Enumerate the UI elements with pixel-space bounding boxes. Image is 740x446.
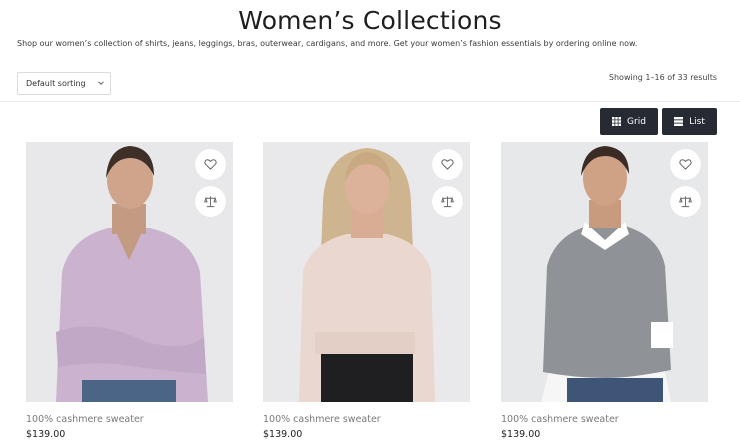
list-icon [674,117,684,126]
product-card[interactable]: 100% cashmere sweater $139.00 [26,142,233,440]
product-name[interactable]: 100% cashmere sweater [26,414,144,425]
model-photo [26,142,233,402]
scale-icon [204,196,217,208]
product-name[interactable]: 100% cashmere sweater [263,414,381,425]
scale-icon [679,196,692,208]
wishlist-button[interactable] [195,149,226,180]
product-image[interactable] [26,142,233,402]
product-price: $139.00 [26,429,66,440]
compare-button[interactable] [670,186,701,217]
product-name[interactable]: 100% cashmere sweater [501,414,619,425]
product-card[interactable]: 100% cashmere sweater $139.00 [501,142,708,440]
wishlist-button[interactable] [670,149,701,180]
wishlist-button[interactable] [432,149,463,180]
model-photo [501,142,708,402]
heart-icon [679,159,692,170]
model-photo [263,142,470,402]
chevron-down-icon [98,81,104,85]
toolbar-divider [0,101,740,102]
sort-select[interactable]: Default sorting [17,72,111,95]
page-description: Shop our women’s collection of shirts, j… [17,39,638,48]
product-price: $139.00 [263,429,303,440]
sort-select-value: Default sorting [26,79,86,88]
product-price: $139.00 [501,429,541,440]
grid-view-label: Grid [627,116,646,127]
compare-button[interactable] [432,186,463,217]
result-count: Showing 1–16 of 33 results [608,73,717,82]
heart-icon [204,159,217,170]
product-image[interactable] [263,142,470,402]
grid-view-button[interactable]: Grid [600,108,658,135]
product-card[interactable]: 100% cashmere sweater $139.00 [263,142,470,440]
compare-button[interactable] [195,186,226,217]
list-view-label: List [689,116,705,127]
grid-icon [612,117,622,126]
scale-icon [441,196,454,208]
product-image[interactable] [501,142,708,402]
page-title: Women’s Collections [238,6,502,35]
list-view-button[interactable]: List [662,108,717,135]
heart-icon [441,159,454,170]
